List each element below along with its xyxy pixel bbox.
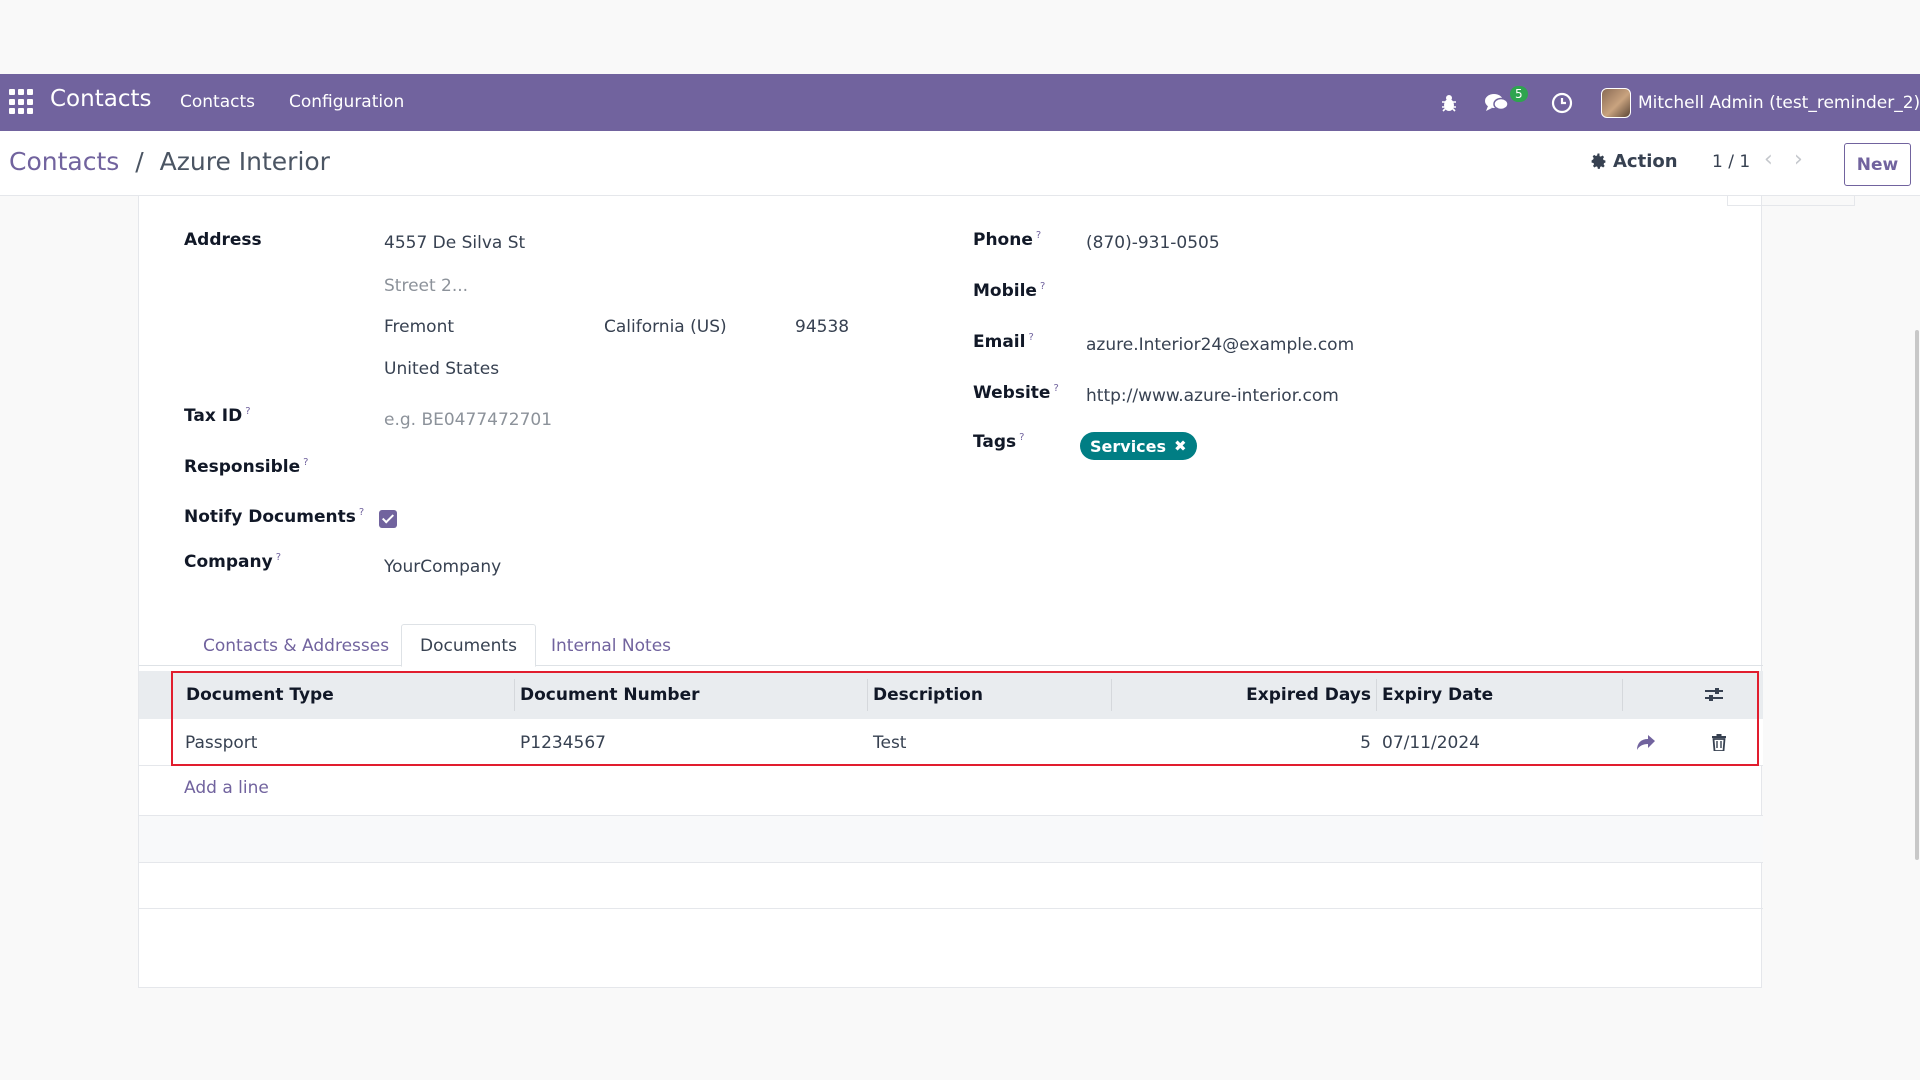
col-document-type[interactable]: Document Type xyxy=(186,671,334,719)
add-line-link[interactable]: Add a line xyxy=(184,778,269,798)
table-header: Document Type Document Number Descriptio… xyxy=(139,671,1763,719)
website-field[interactable]: http://www.azure-interior.com xyxy=(1086,386,1339,406)
responsible-label: Responsible? xyxy=(184,457,309,477)
row-divider xyxy=(139,908,1763,909)
company-field[interactable]: YourCompany xyxy=(384,557,501,577)
mobile-label: Mobile? xyxy=(973,281,1046,301)
company-label: Company? xyxy=(184,552,282,572)
chevron-left-icon[interactable]: ‹ xyxy=(1764,147,1773,172)
table-row[interactable]: Passport P1234567 Test 5 07/11/2024 xyxy=(139,719,1763,766)
notify-documents-label: Notify Documents? xyxy=(184,507,365,527)
chevron-right-icon[interactable]: › xyxy=(1794,147,1803,172)
cell-document-type[interactable]: Passport xyxy=(185,719,257,766)
control-panel: Contacts / Azure Interior Action 1 / 1 ‹… xyxy=(0,131,1920,196)
avatar xyxy=(1601,87,1631,118)
tab-internal-notes[interactable]: Internal Notes xyxy=(533,624,689,667)
email-field[interactable]: azure.Interior24@example.com xyxy=(1086,335,1354,355)
notebook-tabs: Contacts & Addresses Documents Internal … xyxy=(139,624,1763,667)
col-expired-days[interactable]: Expired Days xyxy=(1246,671,1371,719)
breadcrumb: Contacts / Azure Interior xyxy=(9,147,330,176)
notify-documents-checkbox[interactable] xyxy=(379,510,397,528)
bug-icon[interactable] xyxy=(1439,74,1459,131)
country-field[interactable]: United States xyxy=(384,359,499,379)
street2-field[interactable]: Street 2... xyxy=(384,276,468,296)
chat-icon[interactable] xyxy=(1484,74,1510,131)
scrollbar-thumb[interactable] xyxy=(1915,330,1919,860)
column-settings-icon[interactable] xyxy=(1704,671,1724,719)
cell-description[interactable]: Test xyxy=(873,719,906,766)
row-divider xyxy=(139,862,1763,863)
user-menu[interactable]: Mitchell Admin (test_reminder_2) xyxy=(1601,74,1920,131)
apps-grid-icon[interactable] xyxy=(9,89,35,115)
new-button[interactable]: New xyxy=(1844,143,1911,186)
website-label: Website? xyxy=(973,383,1059,403)
col-description[interactable]: Description xyxy=(873,671,983,719)
clock-icon[interactable] xyxy=(1551,74,1573,131)
form-sheet: Address 4557 De Silva St Street 2... Fre… xyxy=(138,196,1855,988)
city-field[interactable]: Fremont xyxy=(384,317,454,337)
street-field[interactable]: 4557 De Silva St xyxy=(384,233,525,253)
phone-label: Phone? xyxy=(973,230,1042,250)
tax-id-label: Tax ID? xyxy=(184,406,251,426)
zip-field[interactable]: 94538 xyxy=(795,317,849,337)
menu-configuration[interactable]: Configuration xyxy=(289,92,404,112)
close-icon[interactable]: ✖ xyxy=(1174,437,1187,455)
tag-services[interactable]: Services ✖ xyxy=(1080,432,1197,460)
action-label: Action xyxy=(1613,151,1678,172)
user-name: Mitchell Admin (test_reminder_2) xyxy=(1638,92,1920,113)
action-button[interactable]: Action xyxy=(1590,151,1678,172)
app-brand[interactable]: Contacts xyxy=(50,86,151,112)
cell-expired-days[interactable]: 5 xyxy=(1259,719,1371,766)
breadcrumb-separator: / xyxy=(135,147,144,176)
tab-contacts-addresses[interactable]: Contacts & Addresses xyxy=(185,624,407,667)
tab-documents[interactable]: Documents xyxy=(401,624,536,667)
messages-badge: 5 xyxy=(1510,86,1528,102)
empty-row xyxy=(139,816,1763,862)
email-label: Email? xyxy=(973,332,1034,352)
state-field[interactable]: California (US) xyxy=(604,317,727,337)
address-label: Address xyxy=(184,230,262,250)
smart-button-edge xyxy=(1727,196,1855,206)
cell-document-number[interactable]: P1234567 xyxy=(520,719,606,766)
phone-field[interactable]: (870)-931-0505 xyxy=(1086,233,1220,253)
col-expiry-date[interactable]: Expiry Date xyxy=(1382,671,1493,719)
breadcrumb-current: Azure Interior xyxy=(159,147,330,176)
tag-label: Services xyxy=(1090,436,1167,456)
pager-value[interactable]: 1 / 1 xyxy=(1712,152,1750,172)
top-navbar: Contacts Contacts Configuration 5 Mitche… xyxy=(0,74,1920,131)
col-document-number[interactable]: Document Number xyxy=(520,671,700,719)
breadcrumb-contacts[interactable]: Contacts xyxy=(9,147,119,176)
share-icon[interactable] xyxy=(1636,719,1656,766)
tags-label: Tags? xyxy=(973,432,1025,452)
gear-icon xyxy=(1591,153,1606,169)
cell-expiry-date[interactable]: 07/11/2024 xyxy=(1382,719,1480,766)
tax-id-field[interactable]: e.g. BE0477472701 xyxy=(384,410,552,430)
menu-contacts[interactable]: Contacts xyxy=(180,92,255,112)
trash-icon[interactable] xyxy=(1712,719,1726,766)
